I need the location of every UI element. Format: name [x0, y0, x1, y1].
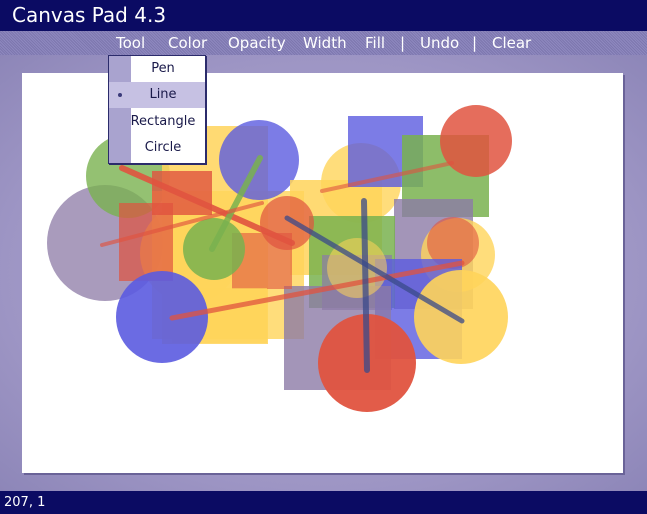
circle-shape [414, 270, 508, 364]
cursor-coordinates: 207, 1 [4, 495, 46, 510]
menu-clear[interactable]: Clear [492, 31, 531, 55]
menu-opacity[interactable]: Opacity [228, 31, 286, 55]
title-bar: Canvas Pad 4.3 [0, 0, 647, 31]
status-bar: 207, 1 [0, 491, 647, 514]
menu-bar: Tool Color Opacity Width Fill | Undo | C… [0, 31, 647, 55]
menu-undo[interactable]: Undo [420, 31, 459, 55]
tool-option-rectangle[interactable]: Rectangle [109, 109, 205, 135]
selected-indicator-icon [118, 93, 122, 97]
menu-fill[interactable]: Fill [365, 31, 385, 55]
menu-separator: | [400, 34, 406, 52]
line-stroke [361, 198, 370, 373]
tool-option-line-label: Line [149, 87, 177, 102]
menu-separator: | [472, 34, 478, 52]
tool-option-pen[interactable]: Pen [109, 56, 205, 82]
tool-option-line[interactable]: Line [109, 82, 205, 108]
circle-shape [440, 105, 512, 177]
tool-option-circle[interactable]: Circle [109, 135, 205, 161]
menu-width[interactable]: Width [303, 31, 347, 55]
tool-dropdown: Pen Line Rectangle Circle [108, 55, 206, 164]
circle-shape [116, 271, 208, 363]
app-title: Canvas Pad 4.3 [12, 3, 167, 27]
menu-tool[interactable]: Tool [116, 31, 145, 55]
menu-color[interactable]: Color [168, 31, 207, 55]
